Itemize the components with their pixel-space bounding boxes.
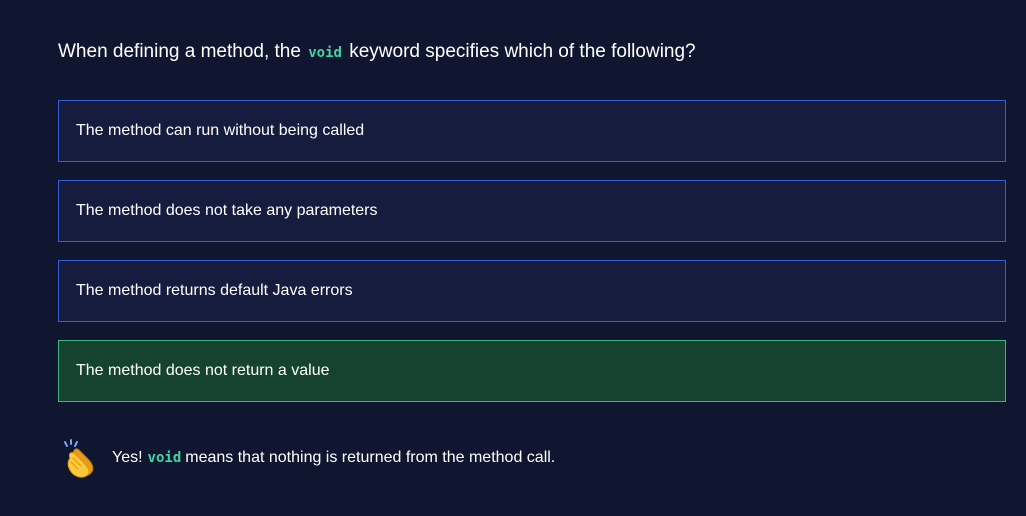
feedback-suffix: means that nothing is returned from the …: [185, 449, 556, 466]
feedback-prefix: Yes!: [112, 449, 143, 466]
answer-option-label: The method returns default Java errors: [76, 282, 353, 299]
question-suffix: keyword specifies which of the following…: [349, 41, 696, 62]
answer-option-4-correct[interactable]: The method does not return a value: [58, 340, 1006, 402]
feedback-code-keyword: void: [147, 450, 182, 466]
answer-option-label: The method can run without being called: [76, 122, 365, 139]
quiz-page: When defining a method, the void keyword…: [0, 0, 1026, 516]
answer-option-3[interactable]: The method returns default Java errors: [58, 260, 1006, 322]
question-text: When defining a method, the void keyword…: [58, 38, 696, 67]
clapping-hands-icon: [64, 439, 94, 478]
answer-option-label: The method does not return a value: [76, 362, 330, 379]
answer-option-2[interactable]: The method does not take any parameters: [58, 180, 1006, 242]
answer-option-1[interactable]: The method can run without being called: [58, 100, 1006, 162]
answer-option-label: The method does not take any parameters: [76, 202, 378, 219]
question-prefix: When defining a method, the: [58, 41, 301, 62]
question-code-keyword: void: [308, 45, 342, 61]
feedback-message: Yes! void means that nothing is returned…: [62, 438, 555, 478]
